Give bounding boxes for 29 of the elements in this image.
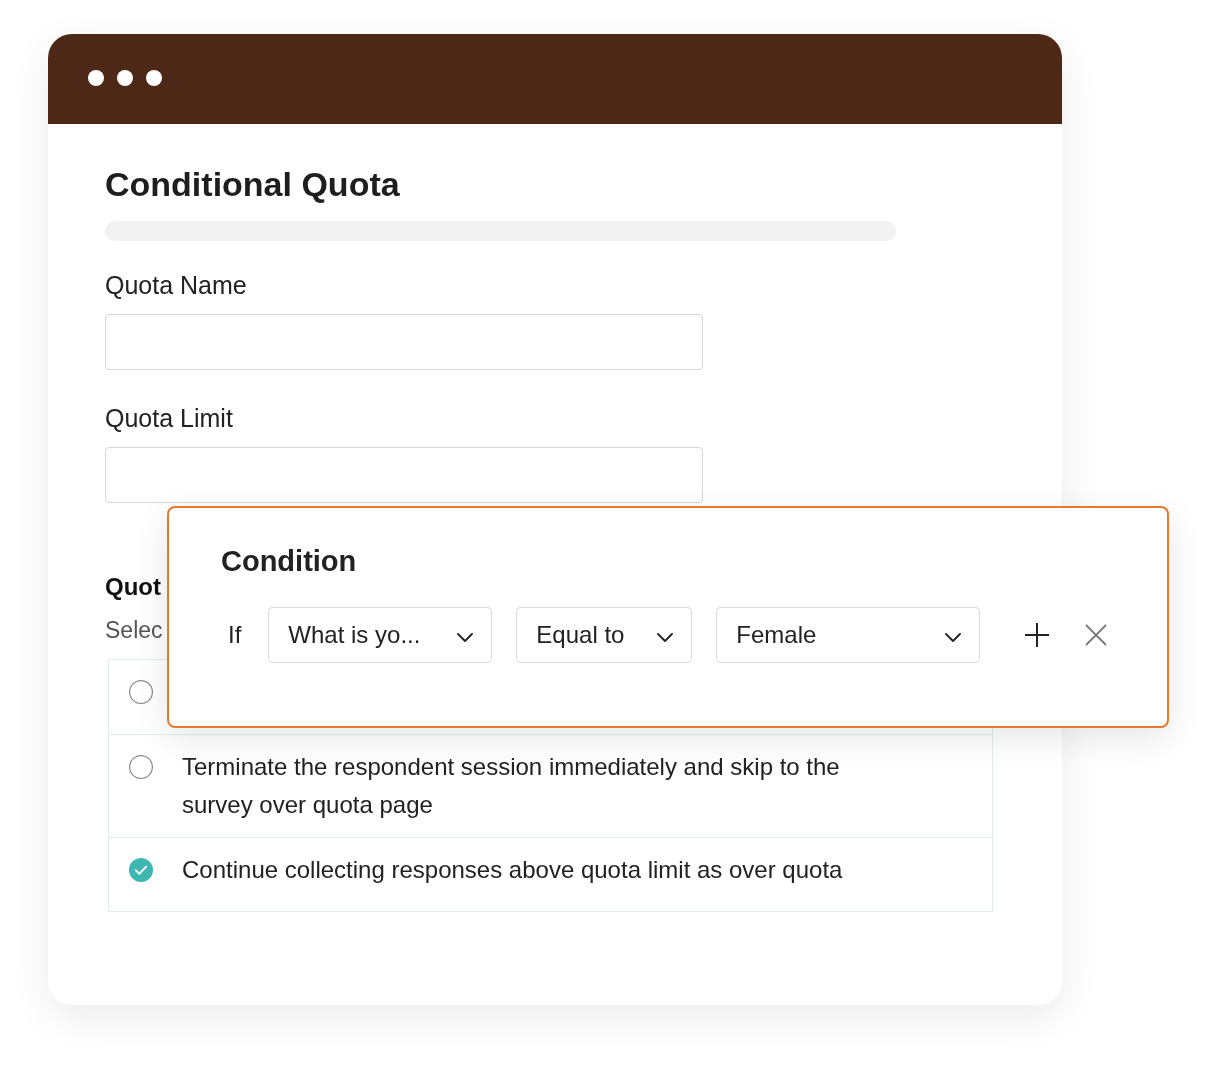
- close-button[interactable]: [1085, 624, 1108, 646]
- form-title: Conditional Quota: [105, 164, 400, 204]
- option-row[interactable]: Terminate the respondent session immediately and skip to the survey over quota page: [109, 734, 992, 837]
- section-heading: Quot: [105, 572, 161, 602]
- option-label: Continue collecting responses above quota limit as over quota: [182, 855, 843, 885]
- radio-button[interactable]: [129, 680, 153, 704]
- radio-button[interactable]: [129, 755, 153, 779]
- dropdown[interactable]: Equal to: [516, 607, 693, 663]
- close-icon: [1085, 624, 1108, 646]
- input-field[interactable]: [105, 447, 703, 503]
- option-row[interactable]: Continue collecting responses above quota limit as over quota: [109, 837, 992, 911]
- option-label: Terminate the respondent session immediately and skip to the survey over quota page: [182, 752, 841, 820]
- chevron-down-icon: [457, 632, 474, 642]
- chevron-down-icon: [945, 632, 962, 642]
- field-label: Quota Limit: [105, 403, 233, 433]
- add-button[interactable]: [1025, 623, 1050, 647]
- input-field[interactable]: [105, 314, 703, 370]
- plus-icon: [1025, 623, 1050, 647]
- window-dot-icon: [88, 70, 104, 86]
- radio-button[interactable]: [129, 858, 153, 882]
- window-dot-icon: [146, 70, 162, 86]
- field-label: Quota Name: [105, 270, 247, 300]
- condition-connector: If: [228, 620, 242, 650]
- section-hint: Selec: [105, 616, 163, 645]
- dropdown[interactable]: Female: [716, 607, 981, 663]
- window-dot-icon: [117, 70, 133, 86]
- chevron-down-icon: [657, 632, 674, 642]
- popup-title: Condition: [221, 544, 357, 579]
- dropdown[interactable]: What is yo...: [268, 607, 493, 663]
